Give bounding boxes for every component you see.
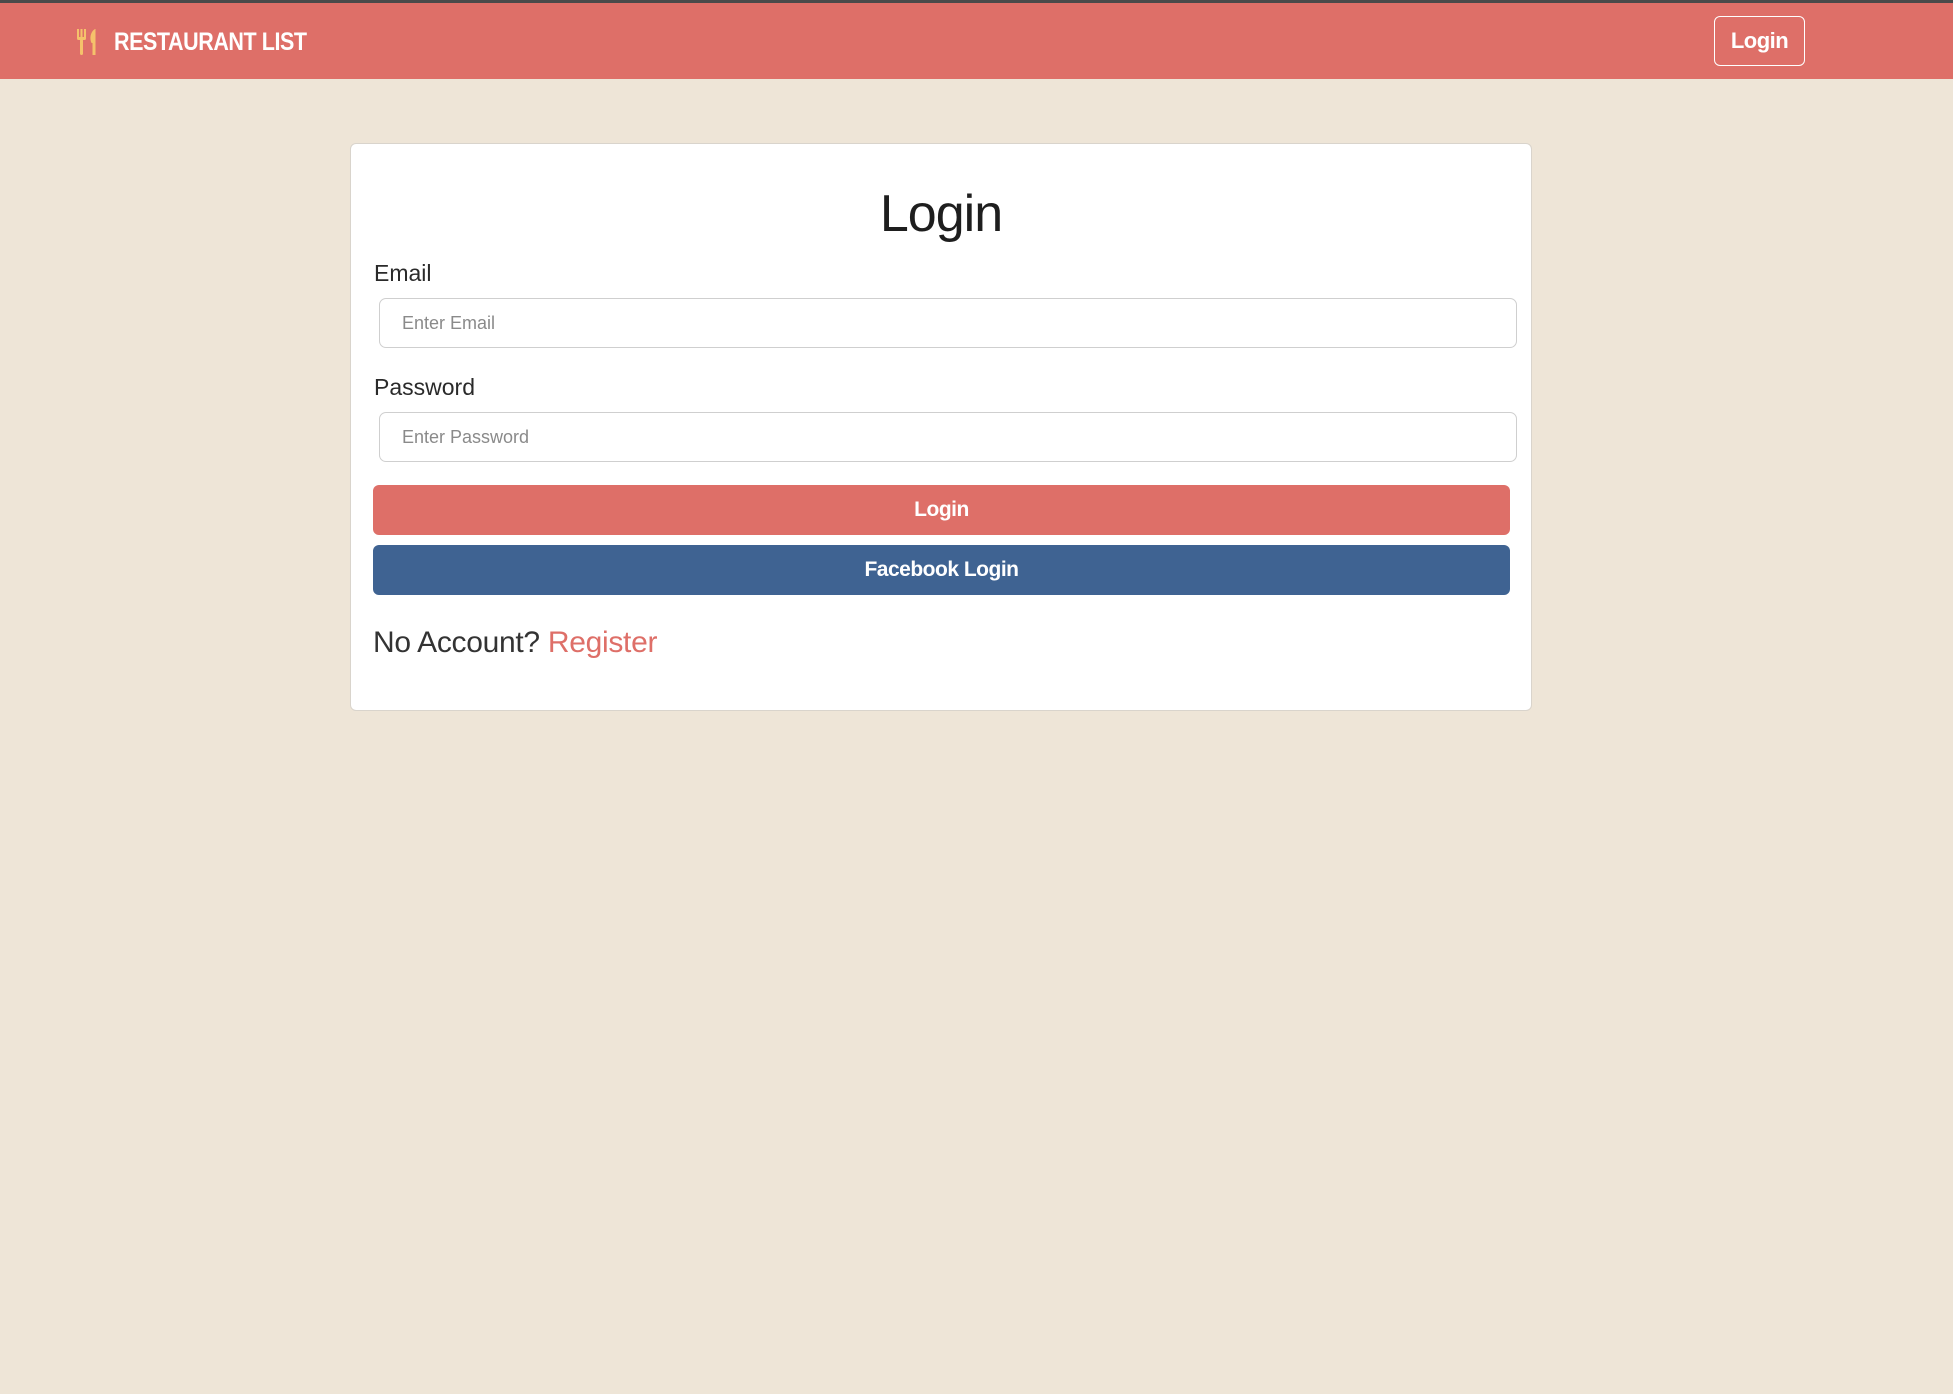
brand[interactable]: RESTAURANT LIST xyxy=(74,25,338,59)
navbar: RESTAURANT LIST Login xyxy=(0,3,1953,79)
login-card: Login Email Password Login Facebook Logi… xyxy=(350,143,1532,711)
login-submit-button[interactable]: Login xyxy=(373,485,1510,535)
nav-login-button[interactable]: Login xyxy=(1714,16,1805,66)
password-field[interactable] xyxy=(379,412,1517,462)
page-title: Login xyxy=(879,185,1003,243)
register-link[interactable]: Register xyxy=(548,626,658,659)
email-field[interactable] xyxy=(379,298,1517,348)
utensils-icon xyxy=(74,27,100,57)
register-prompt: No Account? Register xyxy=(373,626,657,660)
brand-title: RESTAURANT LIST xyxy=(114,27,307,56)
email-label: Email xyxy=(374,260,432,286)
password-label: Password xyxy=(374,374,475,400)
facebook-login-button[interactable]: Facebook Login xyxy=(373,545,1510,595)
no-account-text: No Account? xyxy=(373,626,540,659)
